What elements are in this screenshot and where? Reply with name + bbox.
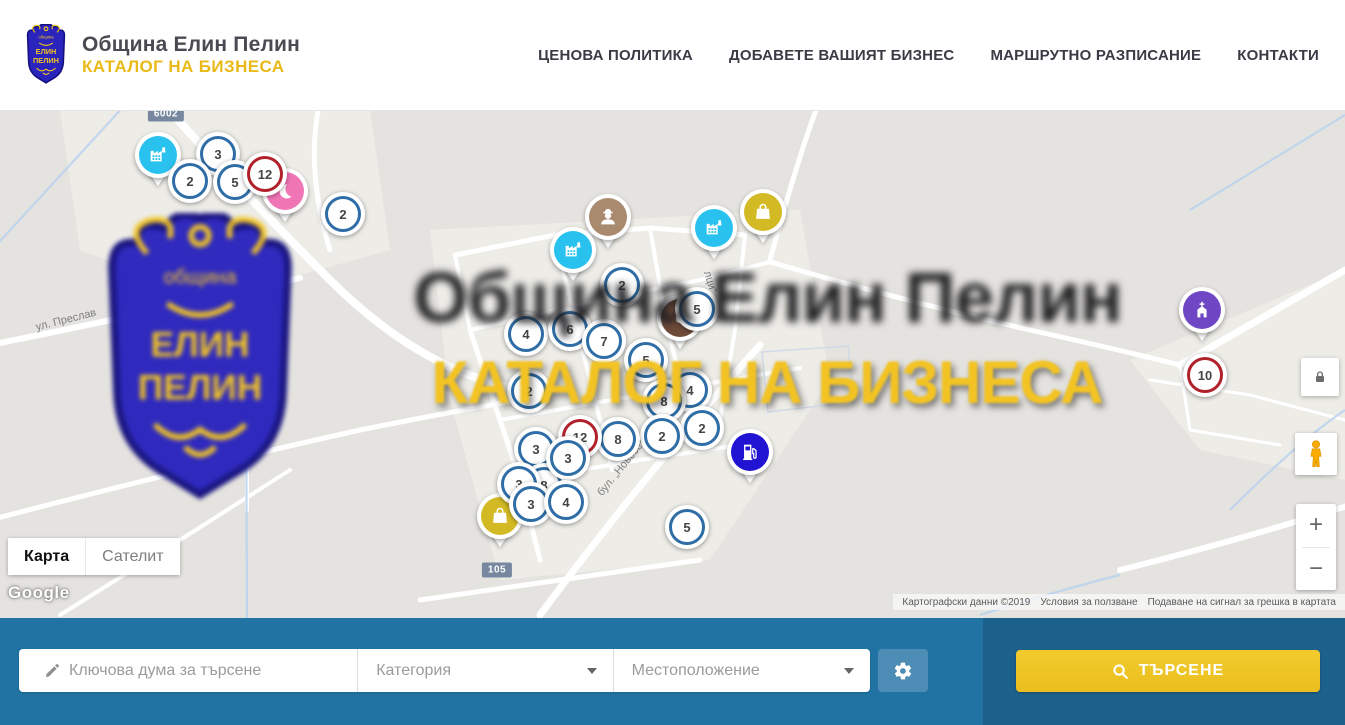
pin-bubble [550, 227, 596, 273]
nav-item-contacts[interactable]: КОНТАКТИ [1237, 47, 1319, 64]
map-type-map-button[interactable]: Карта [8, 538, 85, 575]
category-section: Категория [357, 649, 612, 692]
lock-button[interactable] [1301, 358, 1339, 396]
cluster-count: 2 [684, 410, 720, 446]
cluster-count: 5 [628, 342, 664, 378]
google-map[interactable]: 6002105 ул. Преславбул. „Новоселлци“ 325… [0, 110, 1345, 618]
search-button-label: ТЪРСЕНЕ [1139, 662, 1224, 680]
cluster-count: 8 [600, 421, 636, 457]
brand-text: Община Елин Пелин КАТАЛОГ НА БИЗНЕСА [82, 33, 300, 77]
cluster-count: 3 [550, 440, 586, 476]
category-select[interactable]: Категория [358, 662, 612, 680]
cluster-count: 2 [172, 163, 208, 199]
map-pin-factory[interactable] [550, 227, 596, 285]
attribution-terms-link[interactable]: Условия за ползване [1035, 597, 1142, 608]
cluster-marker[interactable]: 3 [546, 436, 590, 480]
cluster-marker[interactable]: 2 [321, 192, 365, 236]
cluster-count: 2 [604, 267, 640, 303]
cluster-marker[interactable]: 7 [582, 319, 626, 363]
map-pin-factory[interactable] [691, 205, 737, 263]
header: община ЕЛИН ПЕЛИН Община Елин Пелин КАТА… [0, 0, 1345, 111]
municipality-crest-logo: община ЕЛИН ПЕЛИН [22, 24, 70, 86]
cluster-count: 2 [325, 196, 361, 232]
cluster-marker[interactable]: 2 [680, 406, 724, 450]
nav-item-timetable[interactable]: МАРШРУТНО РАЗПИСАНИЕ [990, 47, 1201, 64]
chevron-down-icon [587, 668, 597, 674]
cluster-count: 7 [586, 323, 622, 359]
chevron-down-icon [844, 668, 854, 674]
location-select[interactable]: Местоположение [614, 662, 870, 680]
gear-icon [893, 661, 913, 681]
advanced-settings-button[interactable] [878, 649, 928, 692]
location-section: Местоположение [613, 649, 870, 692]
keyword-search-input[interactable] [61, 662, 357, 680]
cluster-count: 2 [511, 373, 547, 409]
cluster-marker[interactable]: 2 [507, 369, 551, 413]
crest-line1: ЕЛИН [36, 47, 57, 56]
search-fields-group: Категория Местоположение [19, 649, 870, 692]
crest-top-text: община [38, 35, 54, 40]
brand[interactable]: община ЕЛИН ПЕЛИН Община Елин Пелин КАТА… [0, 24, 300, 86]
pegman-icon [1303, 439, 1329, 469]
zoom-control: + − [1296, 504, 1336, 590]
zoom-in-button[interactable]: + [1296, 504, 1336, 547]
markers-layer: 32512225467548222812383334510 [0, 110, 1345, 618]
cluster-count: 4 [548, 484, 584, 520]
map-pin-church[interactable] [1179, 287, 1225, 345]
pin-bubble [691, 205, 737, 251]
search-button[interactable]: ТЪРСЕНЕ [1016, 650, 1320, 692]
factory-icon [695, 209, 733, 247]
map-pin-fuel[interactable] [727, 429, 773, 487]
pencil-icon [19, 662, 61, 680]
pin-bubble [1179, 287, 1225, 333]
cluster-marker[interactable]: 5 [624, 338, 668, 382]
fuel-icon [731, 433, 769, 471]
cluster-count: 5 [669, 509, 705, 545]
search-bar: Категория Местоположение ТЪРСЕНЕ [0, 618, 1345, 725]
map-type-control: Карта Сателит [8, 538, 180, 575]
cluster-marker[interactable]: 5 [665, 505, 709, 549]
cluster-marker[interactable]: 8 [596, 417, 640, 461]
factory-icon [554, 231, 592, 269]
pegman-button[interactable] [1295, 433, 1337, 475]
cluster-count: 12 [247, 156, 283, 192]
cluster-marker[interactable]: 12 [243, 152, 287, 196]
church-icon [1183, 291, 1221, 329]
attribution-copyright: Картографски данни ©2019 [897, 597, 1035, 608]
crest-line2: ПЕЛИН [33, 56, 59, 65]
cluster-marker[interactable]: 4 [544, 480, 588, 524]
site-title: Община Елин Пелин [82, 33, 300, 57]
pin-bubble [727, 429, 773, 475]
category-select-value: Категория [376, 662, 451, 680]
page: община ЕЛИН ПЕЛИН Община Елин Пелин КАТА… [0, 0, 1345, 725]
cluster-count: 4 [508, 316, 544, 352]
pin-bubble [740, 189, 786, 235]
map-attribution: Картографски данни ©2019 Условия за полз… [893, 594, 1345, 610]
cluster-count: 10 [1187, 357, 1223, 393]
attribution-report-link[interactable]: Подаване на сигнал за грешка в картата [1143, 597, 1341, 608]
main-nav: ЦЕНОВА ПОЛИТИКА ДОБАВЕТЕ ВАШИЯТ БИЗНЕС М… [538, 47, 1345, 64]
search-icon [1112, 663, 1129, 680]
location-select-value: Местоположение [632, 662, 760, 680]
lock-icon [1312, 369, 1328, 385]
cluster-marker[interactable]: 2 [168, 159, 212, 203]
google-logo[interactable]: Google [8, 583, 70, 603]
cluster-count: 2 [644, 418, 680, 454]
cluster-marker[interactable]: 2 [600, 263, 644, 307]
cluster-marker[interactable]: 2 [640, 414, 684, 458]
bag-icon [744, 193, 782, 231]
cluster-count: 5 [679, 291, 715, 327]
site-subtitle: КАТАЛОГ НА БИЗНЕСА [82, 57, 300, 77]
cluster-marker[interactable]: 4 [504, 312, 548, 356]
cluster-marker[interactable]: 5 [675, 287, 719, 331]
keyword-section [19, 649, 357, 692]
map-type-satellite-button[interactable]: Сателит [85, 538, 179, 575]
map-pin-bag[interactable] [740, 189, 786, 247]
zoom-out-button[interactable]: − [1296, 548, 1336, 591]
nav-item-pricing[interactable]: ЦЕНОВА ПОЛИТИКА [538, 47, 693, 64]
cluster-marker[interactable]: 10 [1183, 353, 1227, 397]
nav-item-add-business[interactable]: ДОБАВЕТЕ ВАШИЯТ БИЗНЕС [729, 47, 954, 64]
